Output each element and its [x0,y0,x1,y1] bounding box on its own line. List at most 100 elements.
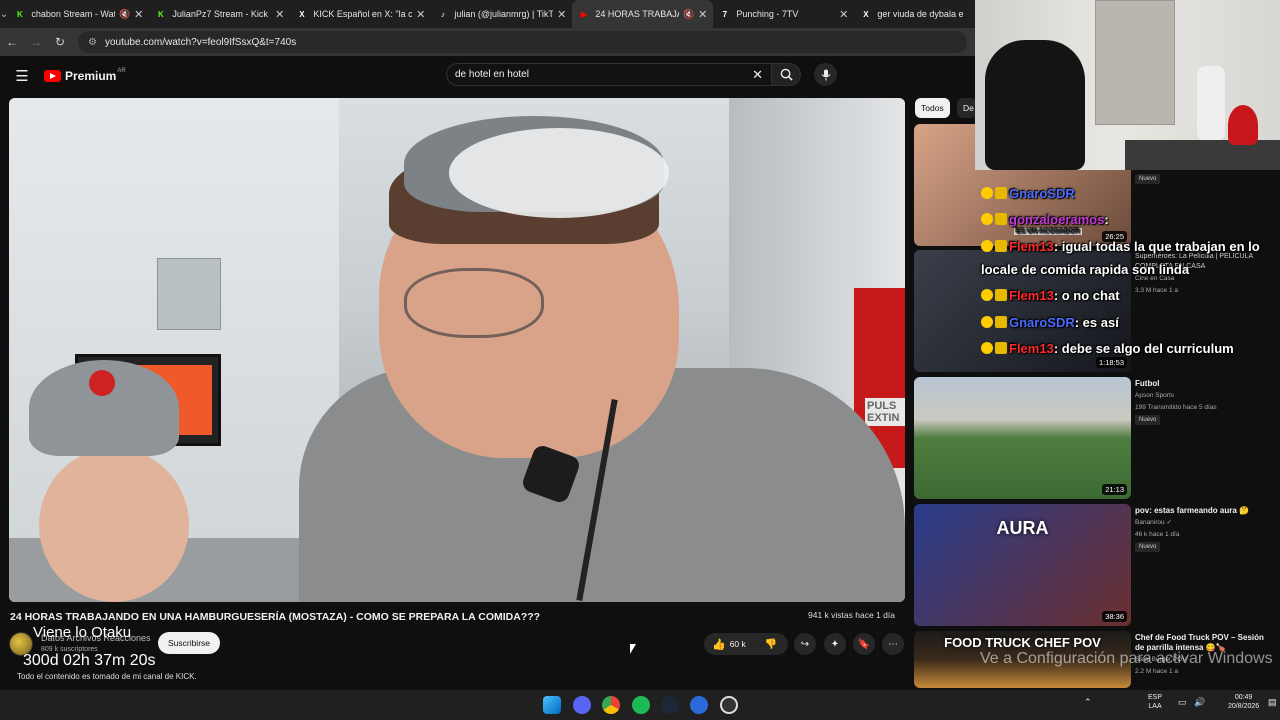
obs-icon[interactable] [720,696,738,714]
search-icon [780,68,793,81]
spotify-icon[interactable] [632,696,650,714]
video-views: 941 k vistas hace 1 día [808,610,895,620]
hamburger-menu-icon[interactable]: ☰ [0,67,44,85]
tab-favicon-icon: ♪ [440,9,445,19]
windows-start-icon[interactable] [543,696,561,714]
search-button[interactable] [771,63,801,86]
recommendation-title[interactable]: Futbol [1135,379,1275,389]
recommendation-thumbnail[interactable]: 21:13 [914,377,1131,499]
chat-text: : o no chat [1053,288,1120,303]
search-input[interactable]: de hotel en hotel ✕ [446,63,772,86]
tab-close-icon[interactable]: ✕ [557,8,566,21]
address-bar[interactable]: ⚙ youtube.com/watch?v=feol9IfSsxQ&t=740s [78,31,967,53]
chat-text: : igual todas la que trabajan en lo [1053,239,1260,254]
clock-time: 00:49 [1234,694,1253,701]
recommendation-title[interactable]: pov: estas farmeando aura 🤔 [1135,506,1275,516]
tab-favicon-icon: K [158,9,164,19]
voice-search-button[interactable] [814,63,837,86]
like-button[interactable]: 👍 60 k [712,638,746,651]
tab-close-icon[interactable]: ✕ [275,8,284,21]
back-arrow-icon[interactable]: ← [0,35,24,49]
chat-message: locale de comida rapida son linda [981,262,1189,277]
clock[interactable]: 00:49 20/8/2026 [1228,693,1259,711]
tab-search-chevron-icon[interactable]: ⌄ [0,0,8,28]
language-layout: LAA [1148,703,1162,710]
recommendation-channel[interactable]: Apson Sports [1135,391,1174,400]
subscribe-button[interactable]: Suscribirse [158,632,220,654]
chat-message: GnaroSDR: es así [981,315,1119,330]
browser-tab[interactable]: 7 Punching - 7TV ✕ [713,0,854,28]
tab-favicon-icon: X [863,9,869,19]
tab-title: ger viuda de dybala e [877,9,964,19]
browser-tab[interactable]: Kchabon Stream - Wat 🔇 ✕ [8,0,149,28]
forward-arrow-icon[interactable]: → [24,35,48,49]
video-duration: 1:18:53 [1095,357,1127,368]
tab-close-icon[interactable]: ✕ [416,8,425,21]
tab-title: KICK Español en X: "la cob [313,9,413,19]
video-player[interactable]: PULS EXTIN [9,98,905,602]
chat-badge-icon [981,289,993,301]
notifications-icon[interactable]: ▤ [1268,698,1277,707]
browser-toolbar: ← → ↻ ⚙ youtube.com/watch?v=feol9IfSsxQ&… [0,28,975,56]
steam-icon[interactable] [661,696,679,714]
scene-person-cap-left [29,360,179,456]
url-text: youtube.com/watch?v=feol9IfSsxQ&t=740s [104,36,297,48]
scene-sign: PULS EXTIN [865,398,905,426]
share-button[interactable]: ↪ [794,633,816,655]
browser-tab[interactable]: ▶ 24 HORAS TRABAJA 🔇 ✕ [572,0,714,28]
dislike-button[interactable]: 👎 [760,633,782,655]
save-button[interactable]: 🔖 [853,633,875,655]
tab-close-icon[interactable]: ✕ [134,8,143,21]
reload-icon[interactable]: ↻ [48,35,72,49]
chat-sub-badge-icon [995,213,1007,225]
tab-title: chabon Stream - Wat [31,9,115,19]
figure [1228,105,1258,145]
browser-tab[interactable]: X KICK Español en X: "la cob ✕ [290,0,431,28]
chat-text: : debe se algo del curriculum [1053,341,1234,356]
tab-title: JulianPz7 Stream - Kick De [172,9,272,19]
tab-title: 24 HORAS TRABAJA [595,9,679,19]
ask-ai-button[interactable]: ✦ [824,633,846,655]
app-c-icon[interactable] [690,696,708,714]
language-indicator[interactable]: ESP LAA [1148,693,1162,711]
chat-sub-badge-icon [995,289,1007,301]
sparkle-icon: ✦ [830,638,840,650]
chip-second[interactable]: De [957,98,977,118]
youtube-logo[interactable]: Premium AR [44,68,126,83]
chrome-icon[interactable] [602,696,620,714]
more-options-button[interactable]: ⋯ [882,633,904,655]
show-hidden-icons[interactable]: ⌃ [1084,698,1092,707]
clear-search-icon[interactable]: ✕ [752,67,763,83]
new-badge: Nuevo [1135,415,1161,425]
youtube-header: ☰ Premium AR de hotel en hotel ✕ [0,56,910,96]
thumbnail-text: FOOD TRUCK CHEF POV [944,635,1101,650]
tab-close-icon[interactable]: ✕ [698,8,707,21]
thumbnail-text: AURA [996,518,1049,538]
chat-message: Flem13: debe se algo del curriculum [981,341,1234,356]
tab-audio-icon[interactable]: 🔇 [119,9,130,20]
tab-close-icon[interactable]: ✕ [839,8,848,21]
site-info-icon[interactable]: ⚙ [88,37,97,48]
chat-sub-badge-icon [995,316,1007,328]
discord-icon[interactable] [573,696,591,714]
chat-username: Flem13 [1009,288,1054,303]
chat-username: GnaroSDR [1009,315,1075,330]
chat-sub-badge-icon [995,342,1007,354]
video-duration: 21:13 [1102,484,1127,495]
like-count: 60 k [729,639,746,649]
chat-username: Flem13 [1009,239,1054,254]
recommendation-thumbnail[interactable]: AURA 38:36 [914,504,1131,626]
chat-badge-icon [981,240,993,252]
chat-badge-icon [981,316,993,328]
chat-badge-icon [981,187,993,199]
scene-hair-net [449,128,669,218]
volume-icon[interactable]: 🔊 [1194,698,1205,707]
brand-label: Premium [65,69,117,83]
network-icon[interactable]: ▭ [1178,698,1187,707]
tab-audio-icon[interactable]: 🔇 [683,9,694,20]
chip-all[interactable]: Todos [915,98,950,118]
browser-tab[interactable]: ♪ julian (@julianmrg) | TikT ✕ [431,0,572,28]
browser-tab[interactable]: K JulianPz7 Stream - Kick De ✕ [149,0,290,28]
language-code: ESP [1148,694,1163,701]
recommendation-channel[interactable]: Bananirou ✓ [1135,518,1172,527]
